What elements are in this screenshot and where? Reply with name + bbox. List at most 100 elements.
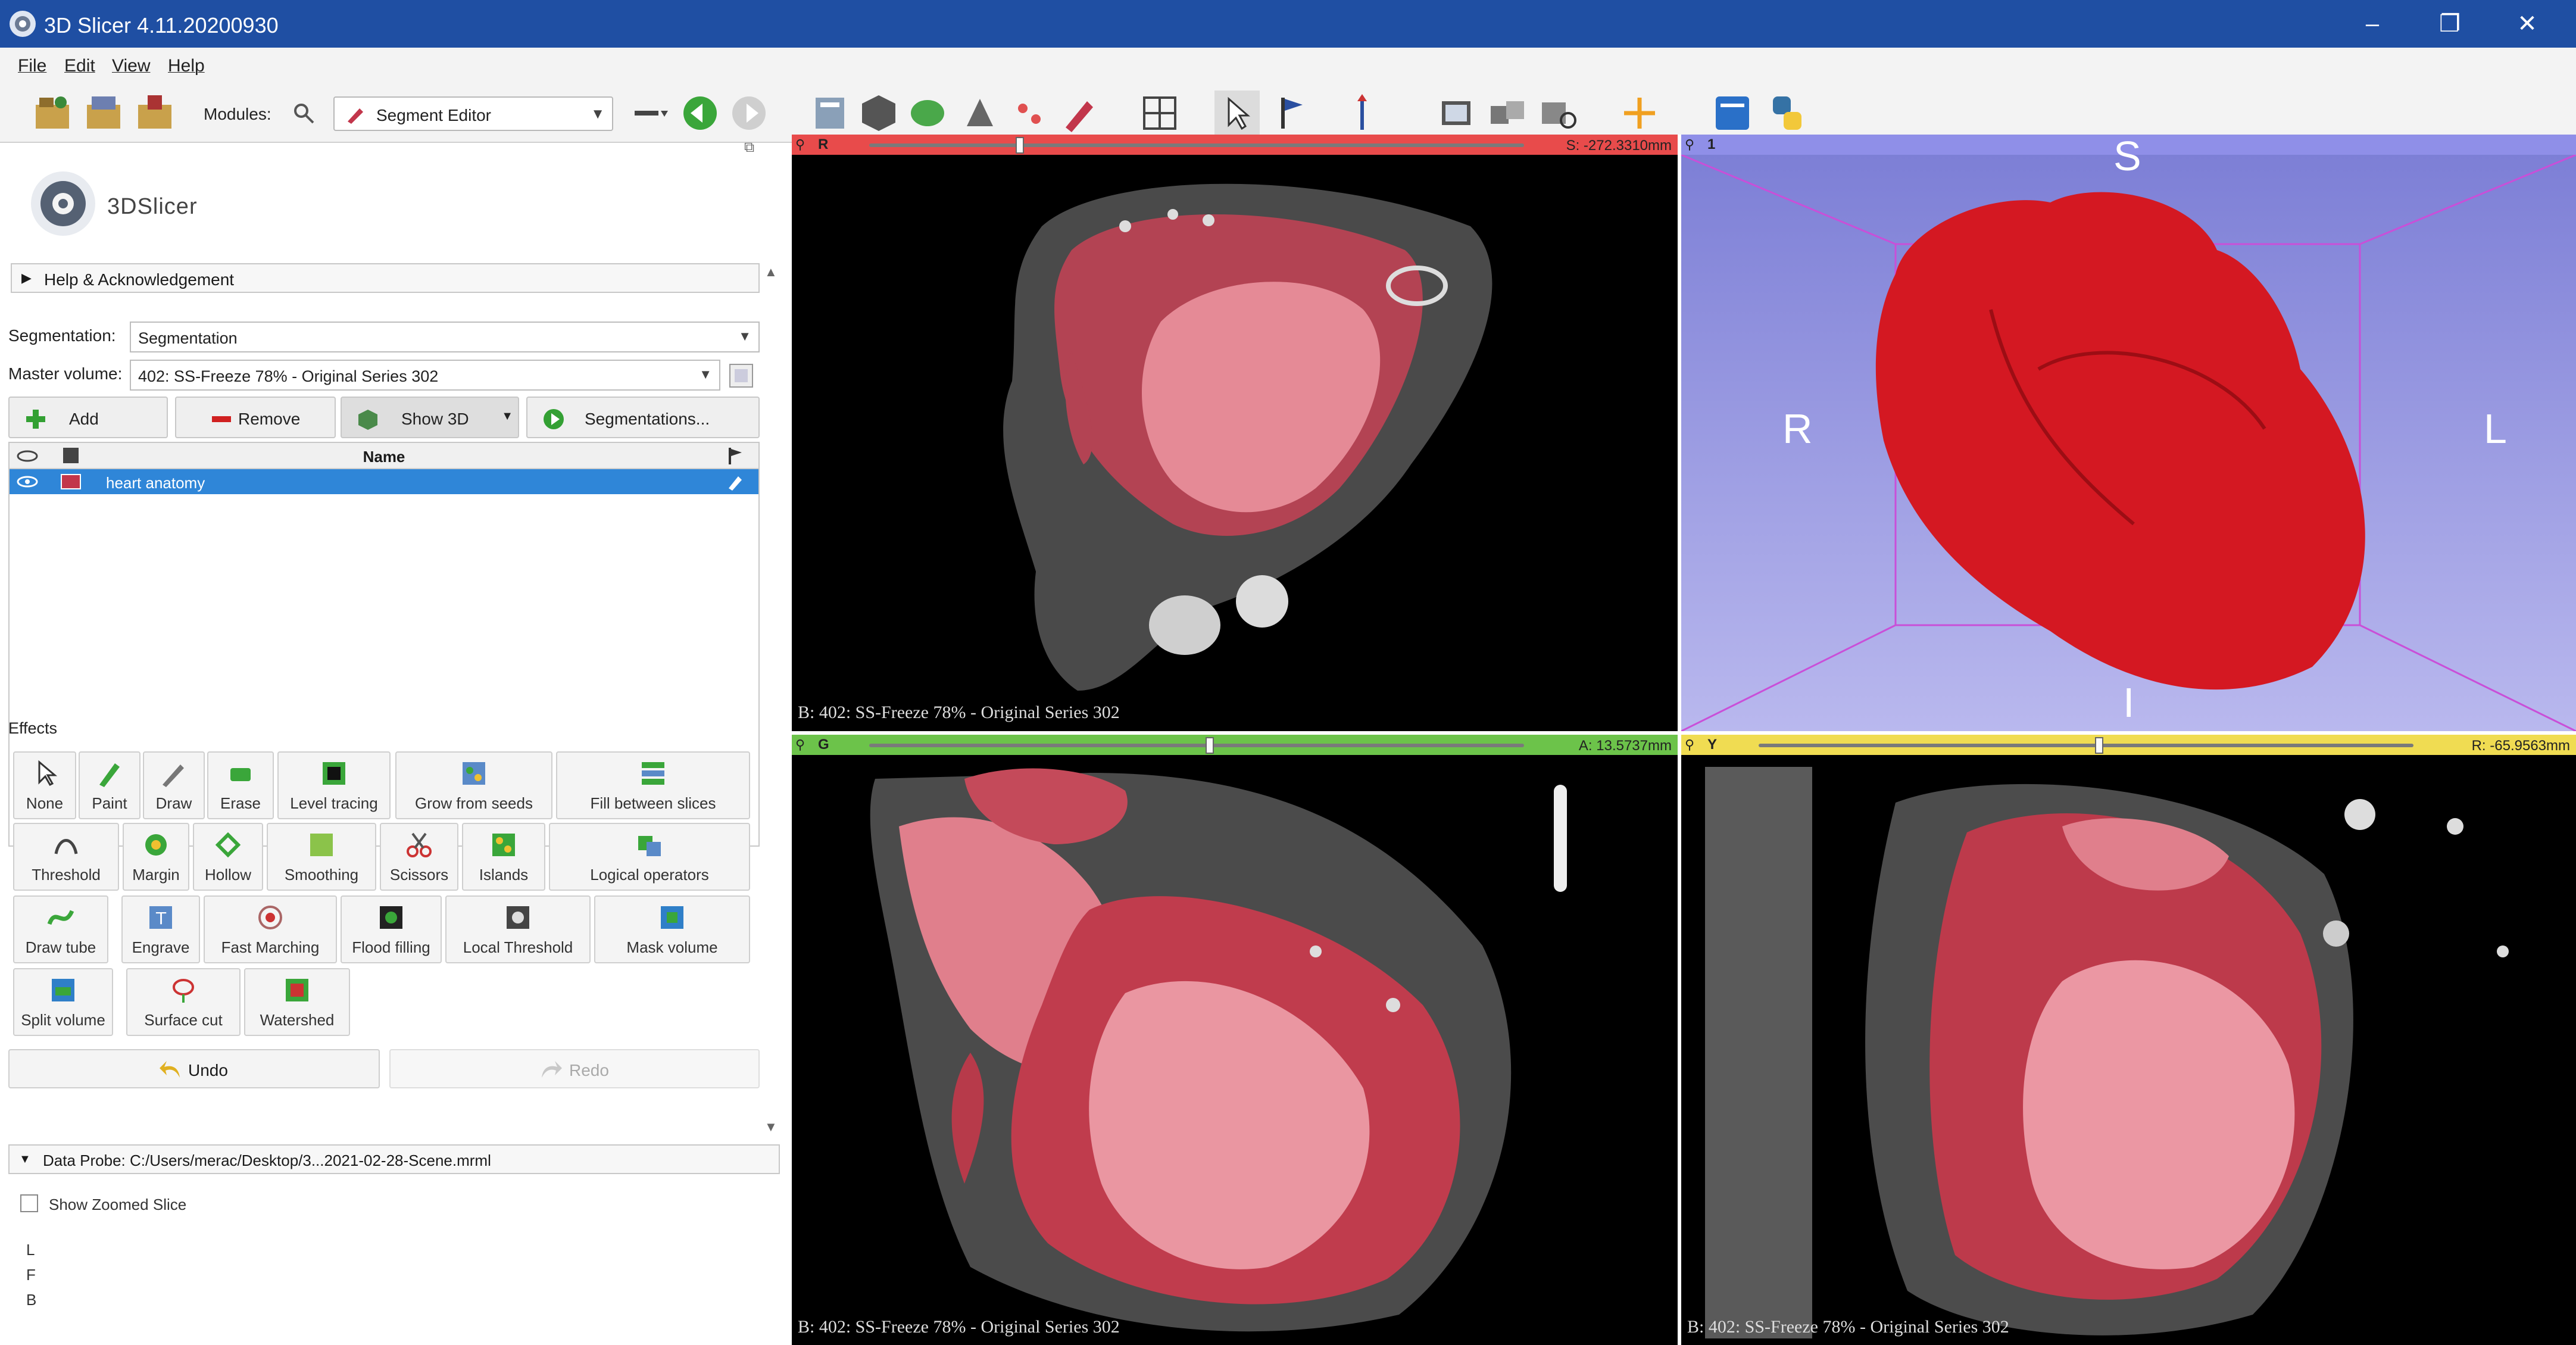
pin-icon[interactable]: ⚲ (1685, 137, 1694, 152)
green-slider-handle[interactable] (1206, 737, 1214, 754)
show-3d-button[interactable]: Show 3D ▼ (341, 397, 519, 438)
effect-logical-operators[interactable]: Logical operators (549, 823, 750, 891)
screenshot-icon[interactable] (1434, 91, 1479, 136)
transforms-module-icon[interactable] (957, 91, 1003, 136)
pin-icon[interactable]: ⚲ (795, 737, 805, 753)
mouse-mode-icon[interactable] (1214, 91, 1260, 136)
redo-button[interactable]: Redo (389, 1049, 760, 1088)
effect-mask-volume[interactable]: Mask volume (594, 895, 750, 963)
scroll-down-icon[interactable]: ▼ (764, 1119, 778, 1135)
effect-threshold[interactable]: Threshold (13, 823, 119, 891)
effect-fill-between-slices[interactable]: Fill between slices (556, 751, 750, 819)
menu-file[interactable]: File (18, 56, 46, 76)
effect-flood-filling[interactable]: Flood filling (341, 895, 442, 963)
segment-name[interactable]: heart anatomy (106, 474, 205, 492)
segment-color-swatch[interactable] (61, 474, 81, 489)
save-data-icon[interactable] (132, 91, 177, 136)
models-module-icon[interactable] (905, 91, 950, 136)
panel-undock-icon[interactable]: ⧉ (744, 139, 754, 156)
segmentations-button[interactable]: Segmentations... (526, 397, 760, 438)
effect-paint[interactable]: Paint (79, 751, 140, 819)
scroll-up-icon[interactable]: ▲ (764, 264, 778, 280)
effect-level-tracing[interactable]: Level tracing (277, 751, 391, 819)
green-slice-view[interactable]: ⚲ G A: 13.5737mm B: 402: SS-Freeze 78% -… (792, 735, 1678, 1345)
yellow-slider-handle[interactable] (2095, 737, 2103, 754)
module-history-icon[interactable] (626, 91, 672, 136)
segmentation-selector[interactable]: Segmentation ▼ (130, 322, 760, 352)
red-slider-handle[interactable] (1016, 137, 1024, 154)
close-button[interactable]: ✕ (2500, 5, 2554, 43)
effect-engrave[interactable]: T Engrave (121, 895, 200, 963)
effect-watershed[interactable]: Watershed (244, 968, 350, 1036)
load-dicom-icon[interactable] (81, 91, 126, 136)
back-arrow-icon[interactable] (677, 91, 723, 136)
effect-local-threshold[interactable]: Local Threshold (445, 895, 591, 963)
yellow-slice-view[interactable]: ⚲ Y R: -65.9563mm B: 402: SS-Freeze 78% … (1681, 735, 2576, 1345)
markups-module-icon[interactable] (1006, 91, 1051, 136)
green-view-controller[interactable]: ⚲ G A: 13.5737mm (792, 735, 1678, 755)
effect-draw[interactable]: Draw (143, 751, 205, 819)
module-search-icon[interactable] (292, 101, 316, 125)
menu-view[interactable]: View (112, 56, 150, 76)
data-probe-section[interactable]: ▼ Data Probe: C:/Users/merac/Desktop/3..… (8, 1144, 780, 1174)
python-console-icon[interactable] (1710, 91, 1755, 136)
red-slice-view[interactable]: ⚲ R S: -272.3310mm B: 402: SS-Freeze 78%… (792, 135, 1678, 731)
green-slice-offset: A: 13.5737mm (1578, 738, 1672, 754)
data-module-icon[interactable] (807, 91, 853, 136)
pin-icon[interactable]: ⚲ (795, 137, 805, 152)
green-view-label: G (818, 737, 829, 753)
effect-grow-from-seeds[interactable]: Grow from seeds (395, 751, 552, 819)
volume-info-icon[interactable] (727, 362, 755, 389)
crosshair-icon[interactable] (1339, 91, 1385, 136)
effect-erase[interactable]: Erase (207, 751, 274, 819)
crosshair-toggle-icon[interactable] (1617, 91, 1662, 136)
forward-arrow-icon[interactable] (726, 91, 772, 136)
module-selector[interactable]: Segment Editor ▼ (333, 96, 613, 131)
minimize-button[interactable]: – (2346, 5, 2399, 43)
green-slice-canvas[interactable]: B: 402: SS-Freeze 78% - Original Series … (792, 755, 1678, 1345)
pin-icon[interactable]: ⚲ (1685, 737, 1694, 753)
add-segment-button[interactable]: Add (8, 397, 168, 438)
table-row[interactable]: heart anatomy (10, 469, 758, 494)
green-slice-slider[interactable] (869, 744, 1524, 747)
effect-draw-tube[interactable]: Draw tube (13, 895, 108, 963)
effect-none[interactable]: None (13, 751, 76, 819)
effect-hollow[interactable]: Hollow (193, 823, 263, 891)
python-icon[interactable] (1765, 91, 1810, 136)
red-view-controller[interactable]: ⚲ R S: -272.3310mm (792, 135, 1678, 155)
effect-smoothing[interactable]: Smoothing (267, 823, 376, 891)
scene-view-icon[interactable] (1485, 91, 1530, 136)
show-zoomed-slice-checkbox[interactable] (20, 1194, 38, 1212)
fill-slices-icon (642, 762, 664, 785)
undo-button[interactable]: Undo (8, 1049, 380, 1088)
effect-margin[interactable]: Margin (123, 823, 189, 891)
yellow-slice-slider[interactable] (1759, 744, 2413, 747)
menu-help[interactable]: Help (168, 56, 205, 76)
3d-view[interactable]: ⚲ 1 S R L I (1681, 135, 2576, 731)
help-acknowledgement-section[interactable]: ▶ Help & Acknowledgement (11, 263, 760, 293)
red-slice-slider[interactable] (869, 143, 1524, 147)
effect-surface-cut[interactable]: Surface cut (126, 968, 241, 1036)
layout-icon[interactable] (1137, 91, 1182, 136)
3d-canvas[interactable]: S R L I (1681, 135, 2576, 731)
red-slice-canvas[interactable]: B: 402: SS-Freeze 78% - Original Series … (792, 155, 1678, 731)
segment-editor-module-icon[interactable] (1057, 91, 1103, 136)
effect-islands[interactable]: Islands (462, 823, 545, 891)
effect-scissors[interactable]: Scissors (380, 823, 458, 891)
effect-split-volume[interactable]: Split volume (13, 968, 113, 1036)
slicer-logo (31, 171, 95, 236)
menu-edit[interactable]: Edit (64, 56, 95, 76)
eye-icon[interactable] (15, 475, 39, 488)
yellow-view-controller[interactable]: ⚲ Y R: -65.9563mm (1681, 735, 2576, 755)
edit-pencil-icon[interactable] (726, 473, 744, 491)
master-volume-selector[interactable]: 402: SS-Freeze 78% - Original Series 302… (130, 360, 720, 391)
effect-fast-marching[interactable]: Fast Marching (204, 895, 337, 963)
yellow-slice-canvas[interactable]: B: 402: SS-Freeze 78% - Original Series … (1681, 755, 2576, 1345)
volumes-module-icon[interactable] (856, 91, 901, 136)
maximize-button[interactable]: ❐ (2423, 5, 2477, 43)
remove-segment-button[interactable]: Remove (175, 397, 336, 438)
place-fiducial-icon[interactable] (1269, 91, 1314, 136)
segmentations-label: Segmentations... (585, 410, 710, 428)
extension-manager-icon[interactable] (1536, 91, 1581, 136)
load-data-icon[interactable] (30, 91, 75, 136)
